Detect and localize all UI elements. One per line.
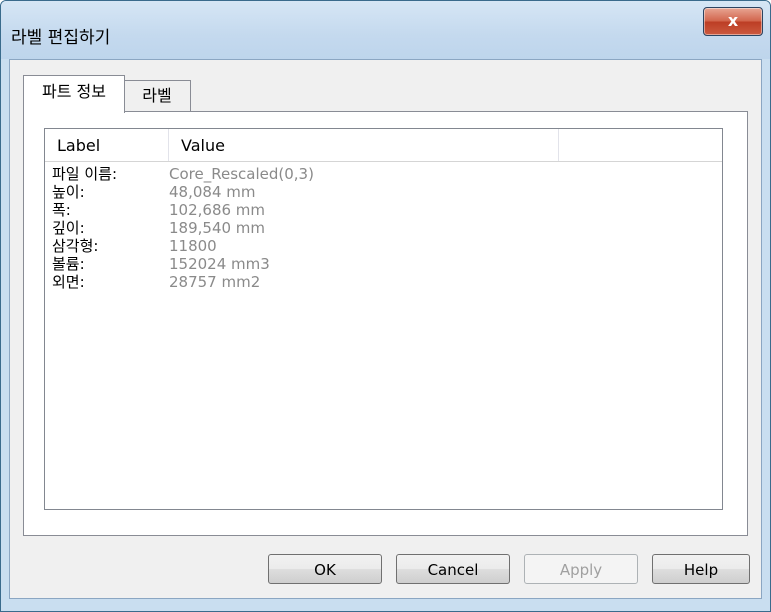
- tab-part-info[interactable]: 파트 정보: [23, 75, 125, 113]
- row-value-width: 102,686 mm: [169, 201, 266, 219]
- row-value-file-name: Core_Rescaled(0,3): [169, 165, 314, 183]
- row-value-height: 48,084 mm: [169, 183, 256, 201]
- dialog-window: 라벨 편집하기 x 파트 정보 라벨 Label Value 파일 이름: Co…: [0, 0, 771, 612]
- cancel-button[interactable]: Cancel: [396, 554, 510, 584]
- row-value-depth: 189,540 mm: [169, 219, 266, 237]
- row-label-width: 폭:: [52, 201, 71, 219]
- column-header-value[interactable]: Value: [169, 129, 559, 161]
- column-header-extra[interactable]: [559, 129, 722, 161]
- row-label-height: 높이:: [52, 183, 85, 201]
- close-button[interactable]: x: [703, 7, 763, 36]
- row-label-triangles: 삼각형:: [52, 237, 99, 255]
- list-header: Label Value: [45, 129, 722, 162]
- column-header-label[interactable]: Label: [45, 129, 169, 161]
- row-value-volume: 152024 mm3: [169, 255, 270, 273]
- close-icon: x: [727, 11, 739, 30]
- title-bar[interactable]: 라벨 편집하기 x: [1, 1, 770, 59]
- row-label-file-name: 파일 이름:: [52, 165, 118, 183]
- ok-button[interactable]: OK: [268, 554, 382, 584]
- row-label-surface: 외면:: [52, 273, 85, 291]
- row-label-depth: 깊이:: [52, 219, 85, 237]
- row-label-volume: 볼륨:: [52, 255, 85, 273]
- tab-part-info-label: 파트 정보: [42, 82, 106, 101]
- help-button[interactable]: Help: [652, 554, 750, 584]
- row-value-surface: 28757 mm2: [169, 273, 261, 291]
- tab-label-label: 라벨: [142, 86, 172, 105]
- dialog-title: 라벨 편집하기: [11, 28, 111, 48]
- apply-button[interactable]: Apply: [524, 554, 638, 584]
- tab-label[interactable]: 라벨: [123, 80, 191, 111]
- row-value-triangles: 11800: [169, 237, 217, 255]
- tab-panel-part-info: Label Value 파일 이름: Core_Rescaled(0,3) 높이…: [23, 111, 748, 536]
- dialog-body: 파트 정보 라벨 Label Value 파일 이름: Core_Rescale…: [9, 59, 762, 599]
- property-list[interactable]: Label Value 파일 이름: Core_Rescaled(0,3) 높이…: [44, 128, 723, 510]
